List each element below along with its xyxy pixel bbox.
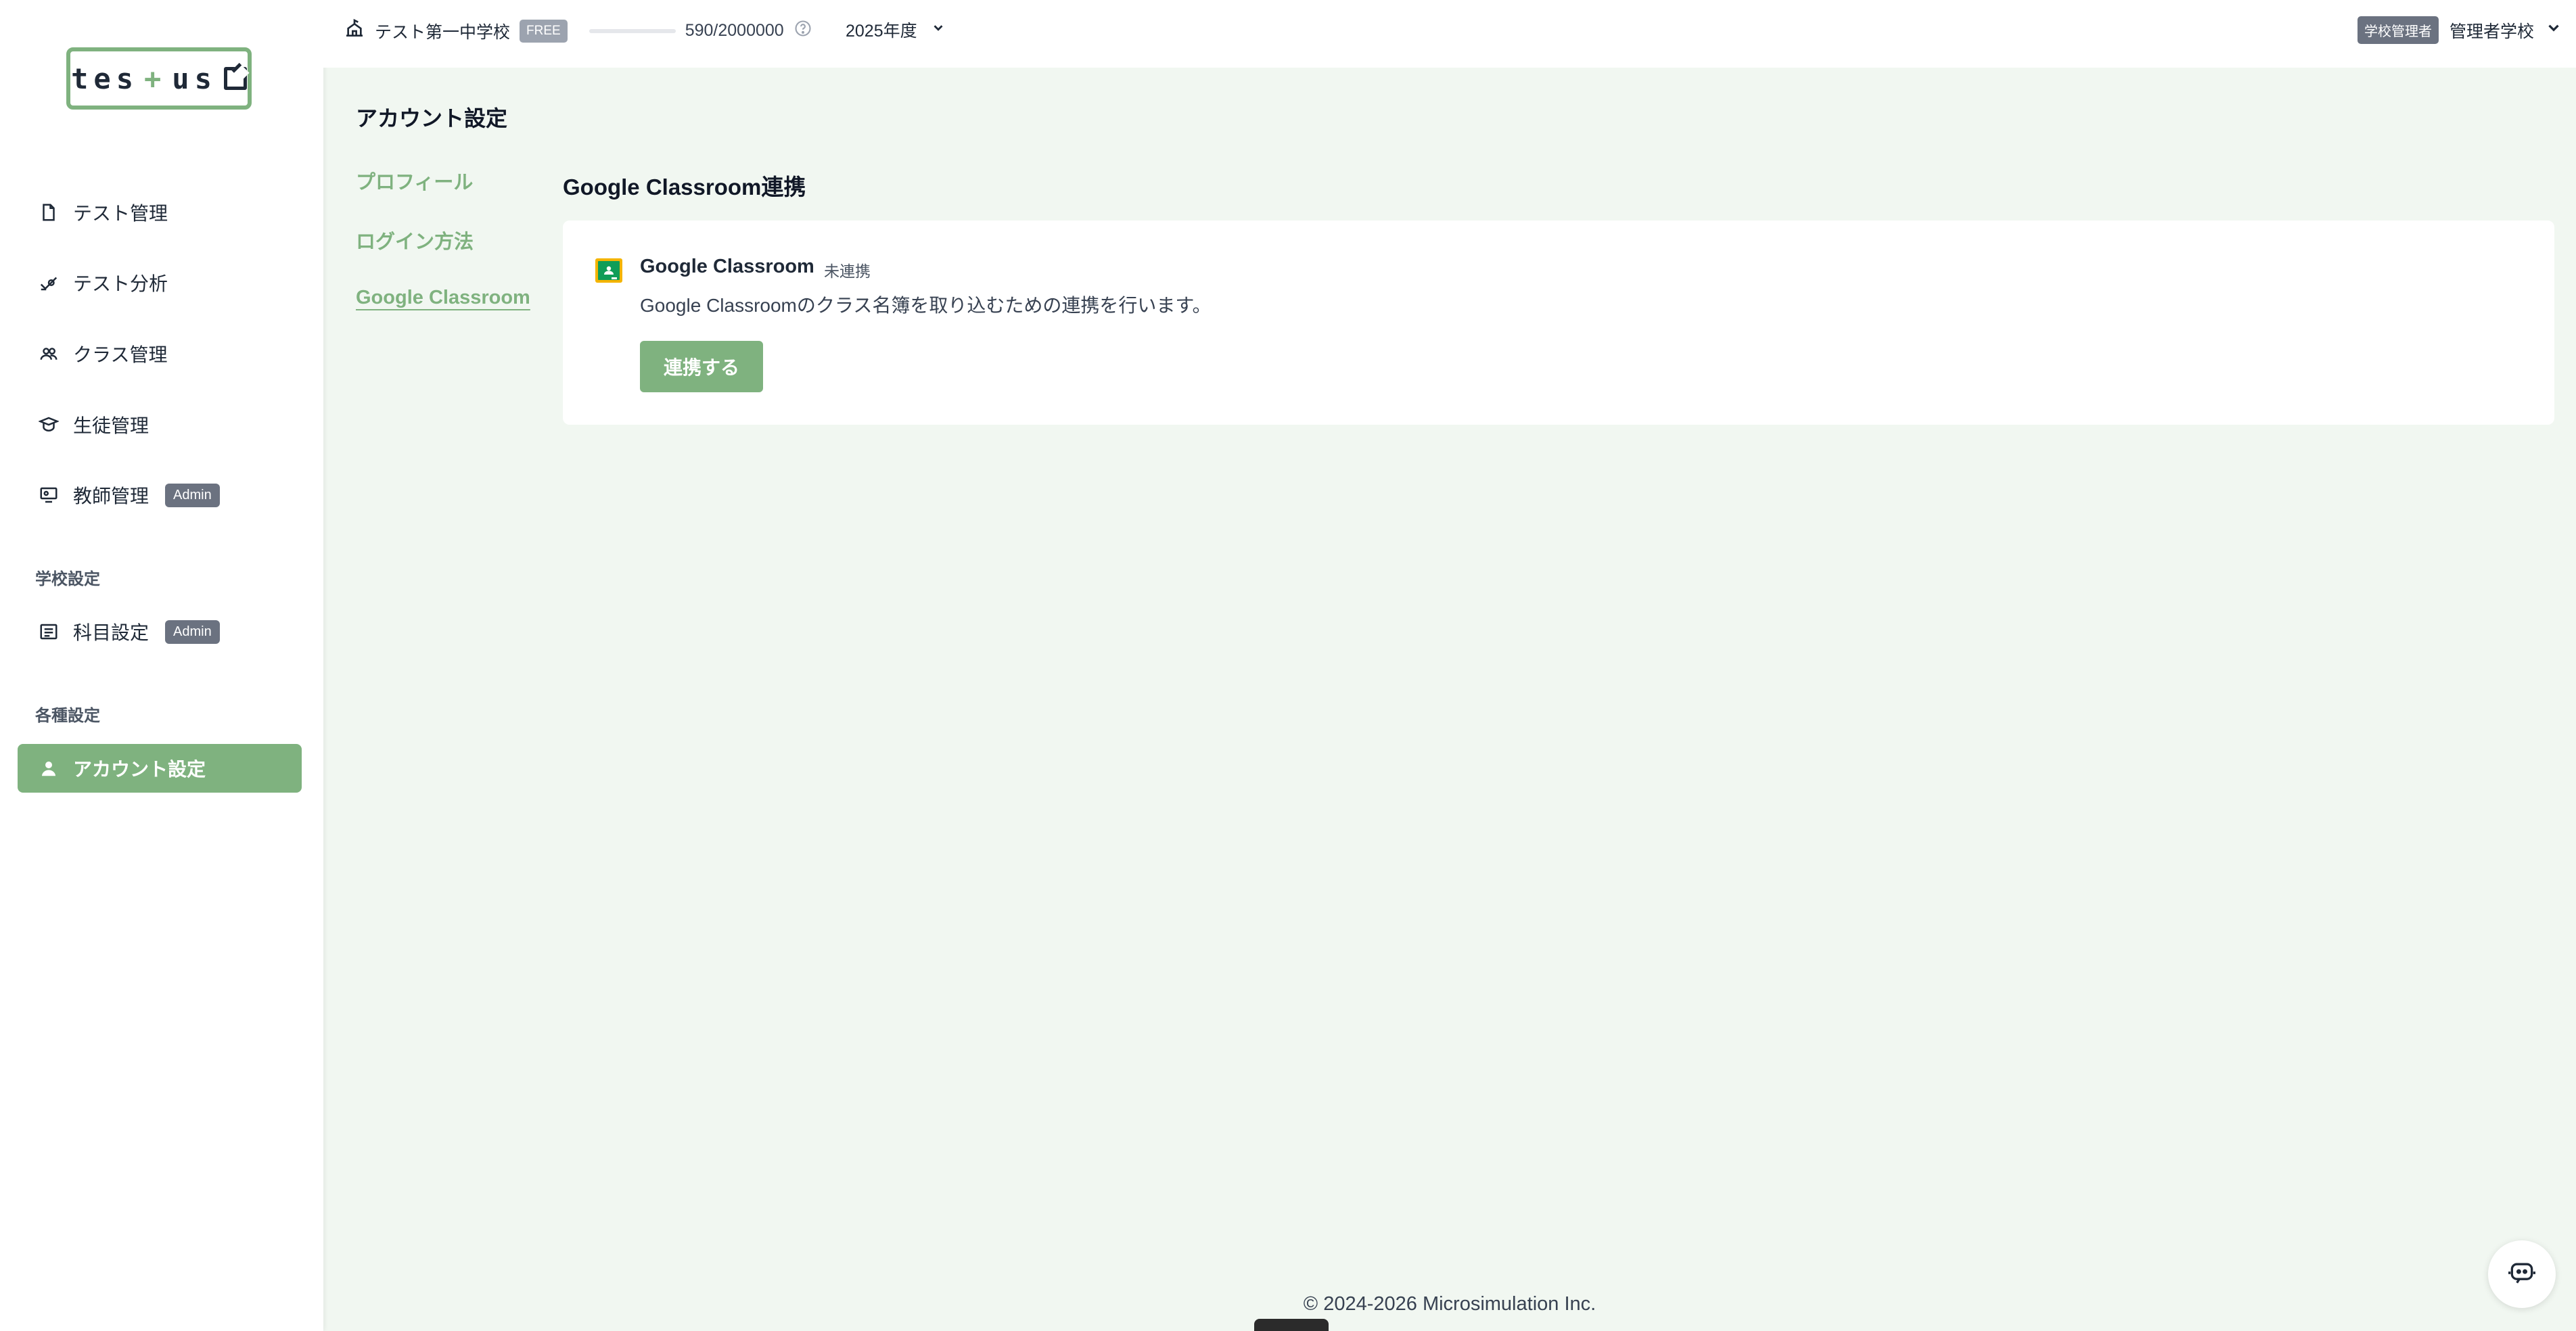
sidebar: tes + us テスト管理 テスト分析 クラス管理 生徒管理 教師管理 Adm…	[0, 0, 323, 1331]
app-logo[interactable]: tes + us	[66, 47, 252, 110]
logo-text-left: tes	[71, 62, 139, 95]
top-bar: テスト第一中学校 FREE 590/2000000 2025年度 学校管理者 管…	[323, 0, 2576, 68]
sidebar-item-label: 科目設定	[73, 622, 150, 643]
sidebar-item-label: テスト管理	[73, 203, 168, 224]
school-name: テスト第一中学校	[375, 22, 511, 42]
logo-plus: +	[143, 62, 167, 95]
google-classroom-card: Google Classroom 未連携 Google Classroomのクラ…	[563, 220, 2554, 425]
sidebar-item-teacher-management[interactable]: 教師管理 Admin	[18, 471, 302, 519]
logo-text-right: us	[172, 62, 217, 95]
sidebar-item-label: 生徒管理	[73, 415, 150, 436]
user-menu[interactable]: 学校管理者 管理者学校	[2357, 16, 2562, 44]
integration-name: Google Classroom	[640, 256, 814, 277]
school-info: テスト第一中学校 FREE 590/2000000	[344, 18, 812, 44]
sidebar-item-account-settings[interactable]: アカウント設定	[18, 744, 302, 793]
school-icon	[344, 18, 365, 44]
user-icon	[38, 757, 60, 779]
section-label-school-settings: 学校設定	[35, 570, 100, 588]
analysis-icon	[38, 272, 60, 294]
year-label: 2025年度	[846, 22, 917, 41]
footer-copyright: © 2024-2026 Microsimulation Inc.	[1303, 1293, 1596, 1315]
support-chat-button[interactable]	[2488, 1240, 2556, 1308]
google-classroom-icon	[594, 256, 624, 285]
plan-badge: FREE	[520, 19, 568, 43]
sidebar-item-label: アカウント設定	[73, 759, 206, 780]
bottom-handle	[1254, 1319, 1329, 1331]
admin-badge: Admin	[165, 483, 220, 507]
chat-icon	[2507, 1258, 2537, 1291]
users-icon	[38, 343, 60, 365]
chevron-down-icon	[931, 20, 946, 40]
page-title: アカウント設定	[356, 106, 508, 131]
document-icon	[38, 202, 60, 223]
integration-description: Google Classroomのクラス名簿を取り込むための連携を行います。	[640, 295, 1212, 316]
sidebar-item-label: クラス管理	[73, 344, 168, 365]
subnav-google-classroom[interactable]: Google Classroom	[356, 287, 530, 309]
admin-badge: Admin	[165, 620, 220, 644]
sidebar-item-label: テスト分析	[73, 273, 168, 294]
connect-button[interactable]: 連携する	[640, 341, 763, 392]
student-icon	[38, 414, 60, 436]
integration-status: 未連携	[824, 262, 871, 280]
sidebar-item-test-analysis[interactable]: テスト分析	[18, 258, 302, 307]
year-selector[interactable]: 2025年度	[846, 18, 946, 42]
sidebar-item-class-management[interactable]: クラス管理	[18, 329, 302, 378]
help-icon[interactable]	[794, 19, 812, 43]
sidebar-item-label: 教師管理	[73, 486, 150, 507]
usage-count: 590/2000000	[685, 21, 784, 40]
sidebar-item-student-management[interactable]: 生徒管理	[18, 400, 302, 449]
chevron-down-icon	[2545, 19, 2562, 41]
logo-edit-icon	[223, 67, 247, 90]
usage-progress-bar	[589, 28, 676, 33]
role-badge: 学校管理者	[2357, 16, 2439, 44]
subnav-profile[interactable]: プロフィール	[356, 166, 473, 195]
sidebar-item-subject-settings[interactable]: 科目設定 Admin	[18, 607, 302, 656]
app-root: tes + us テスト管理 テスト分析 クラス管理 生徒管理 教師管理 Adm…	[0, 0, 2576, 1331]
section-title: Google Classroom連携	[563, 174, 806, 200]
user-name: 管理者学校	[2449, 22, 2534, 41]
teacher-icon	[38, 484, 60, 506]
sidebar-item-test-management[interactable]: テスト管理	[18, 188, 302, 237]
list-icon	[38, 621, 60, 643]
section-label-misc-settings: 各種設定	[35, 707, 100, 725]
subnav-login-method[interactable]: ログイン方法	[356, 226, 474, 254]
